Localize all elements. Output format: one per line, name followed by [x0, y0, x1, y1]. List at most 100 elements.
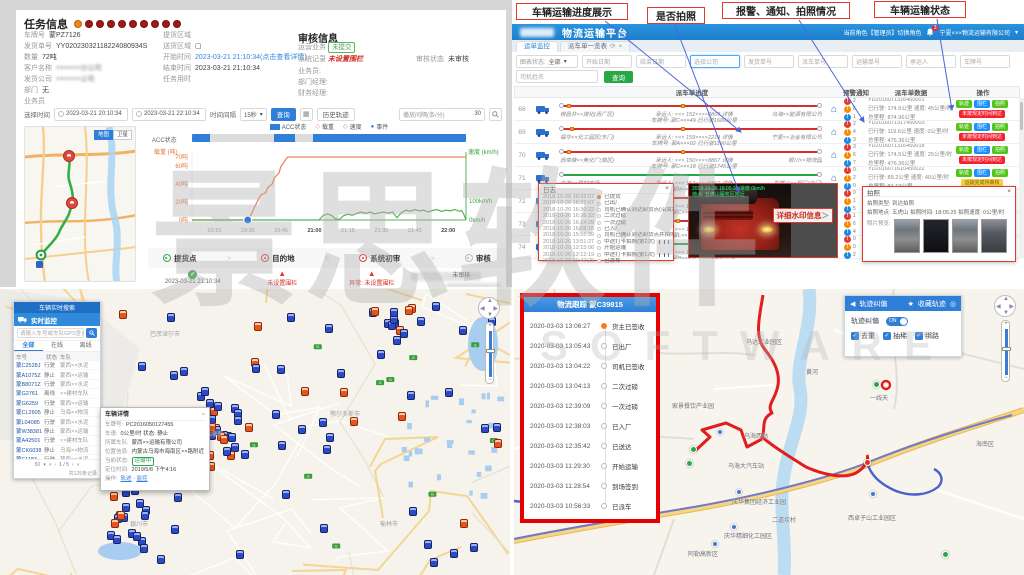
poi-marker[interactable]: [873, 381, 880, 388]
popup-link-监控[interactable]: 监控: [136, 476, 147, 482]
filter-input-结束日期[interactable]: 结束日期: [636, 55, 686, 68]
filter-input-选择公司[interactable]: 选择公司: [690, 55, 740, 68]
vehicle-marker[interactable]: [214, 402, 222, 411]
compass-icon[interactable]: ▲▼◀▶: [478, 297, 500, 319]
photo-thumbnail[interactable]: [894, 219, 920, 253]
vehicle-marker[interactable]: [170, 371, 178, 380]
vehicle-marker[interactable]: [417, 317, 425, 326]
op-button-围栏[interactable]: 围栏: [974, 123, 990, 131]
playback-rate-input[interactable]: 播放间隔(条/分)30: [399, 108, 485, 121]
vehicle-marker[interactable]: [113, 535, 121, 544]
checkbox-去重[interactable]: ✓去重: [851, 331, 875, 341]
satellite-mode-button[interactable]: 卫星: [113, 130, 132, 140]
photo-thumbnail[interactable]: [981, 219, 1007, 253]
vehicle-marker[interactable]: [459, 326, 467, 335]
vehicle-row[interactable]: 蒙G6259行驶蒙西××运输: [14, 399, 100, 408]
tab-派车单一览表[interactable]: 派车单一览表⟳×: [560, 41, 630, 52]
vehicle-marker[interactable]: [234, 416, 242, 425]
vehicle-row[interactable]: 蒙C2528J行驶蒙西××水泥: [14, 361, 100, 370]
vehicle-row[interactable]: 蒙G2761离线××建材车队: [14, 389, 100, 398]
op-button-轨迹[interactable]: 轨迹: [956, 123, 972, 131]
vehicle-marker-alarm[interactable]: [494, 439, 502, 448]
checkbox-绑路[interactable]: ✓绑路: [915, 331, 939, 341]
star-icon[interactable]: ★: [908, 300, 914, 308]
tab-离线[interactable]: 离线: [71, 341, 100, 351]
map-controls[interactable]: ▲▼◀▶ +−: [994, 295, 1016, 382]
vehicle-marker[interactable]: [337, 369, 345, 378]
vehicle-marker-alarm[interactable]: [110, 492, 118, 501]
vehicle-marker-alarm[interactable]: [350, 417, 358, 426]
popup-link-轨迹[interactable]: 轨迹: [121, 476, 132, 482]
vehicle-marker[interactable]: [400, 329, 408, 338]
op-button-围栏[interactable]: 围栏: [974, 146, 990, 154]
vehicle-marker[interactable]: [167, 313, 175, 322]
op-button-拍照[interactable]: 拍照: [992, 146, 1008, 154]
notification-bell[interactable]: 3: [926, 28, 934, 37]
vehicle-marker-alarm[interactable]: [119, 310, 127, 319]
vehicle-marker-alarm[interactable]: [301, 387, 309, 396]
vehicle-marker[interactable]: [409, 507, 417, 516]
filter-input-发货单号[interactable]: 发货单号: [744, 55, 794, 68]
status-filter-select[interactable]: 图表状态: 全部 ▾: [516, 55, 578, 68]
vehicle-marker-alarm[interactable]: [340, 388, 348, 397]
op-button-围栏[interactable]: 围栏: [974, 100, 990, 108]
vehicle-marker-alarm[interactable]: [405, 306, 413, 315]
zoom-slider[interactable]: +−: [485, 322, 494, 384]
vehicle-marker[interactable]: [323, 445, 331, 454]
vehicle-marker[interactable]: [430, 558, 438, 567]
chevron-down-icon[interactable]: ▾: [1015, 29, 1018, 36]
tab-在线[interactable]: 在线: [43, 341, 72, 351]
status-button[interactable]: 未按规定时间到达: [959, 133, 1005, 141]
vehicle-marker[interactable]: [287, 313, 295, 322]
vehicle-marker[interactable]: [201, 387, 209, 396]
map-controls[interactable]: ▲▼◀▶ +−: [478, 297, 500, 384]
vehicle-marker[interactable]: [272, 410, 280, 419]
vehicle-marker[interactable]: [236, 550, 244, 559]
vehicle-marker[interactable]: [432, 302, 440, 311]
vehicle-row[interactable]: 蒙CK6038静止乌海××物流: [14, 446, 100, 455]
vehicle-marker-alarm[interactable]: [398, 412, 406, 421]
op-button-轨迹[interactable]: 轨迹: [956, 169, 972, 177]
vehicle-marker[interactable]: [450, 549, 458, 558]
poi-marker[interactable]: [870, 491, 876, 497]
filter-input-承运人[interactable]: 承运人: [906, 55, 956, 68]
time-to-input[interactable]: 2023-03-21 22:10:34: [132, 108, 206, 121]
op-button-轨迹[interactable]: 轨迹: [956, 146, 972, 154]
search-icon-button[interactable]: [489, 108, 502, 121]
vehicle-row[interactable]: 蒙L04085行驶蒙西××水泥: [14, 417, 100, 426]
vehicle-row[interactable]: 蒙A1075Z静止蒙西××运输: [14, 370, 100, 379]
driver-name-input[interactable]: 司机姓名: [516, 70, 598, 83]
time-from-input[interactable]: 2023-03-21 20:10:34: [54, 108, 128, 121]
table-scrollbar[interactable]: [1019, 98, 1024, 258]
poi-marker[interactable]: [942, 551, 949, 558]
pagination[interactable]: 50▾ «‹ 1 / 5 ›»: [14, 459, 100, 469]
route-start-marker[interactable]: [686, 460, 693, 467]
vehicle-search-input[interactable]: 请输入车号或车队GPS查询: [17, 328, 84, 338]
vehicle-marker[interactable]: [171, 525, 179, 534]
history-track-button[interactable]: 历史轨迹: [317, 108, 355, 121]
vehicle-marker[interactable]: [228, 433, 236, 442]
photo-thumbnail[interactable]: [952, 219, 978, 253]
vehicle-marker[interactable]: [319, 418, 327, 427]
op-button-拍照[interactable]: 拍照: [992, 100, 1008, 108]
vehicle-marker[interactable]: [326, 433, 334, 442]
route-end-marker[interactable]: [864, 459, 871, 466]
vehicle-marker[interactable]: [174, 493, 182, 502]
task-route-minimap[interactable]: 地图 卫星: [24, 126, 136, 282]
tab-运单监控[interactable]: 运单监控: [516, 41, 558, 52]
op-button-拍照[interactable]: 拍照: [992, 123, 1008, 131]
close-icon[interactable]: ×: [665, 185, 669, 192]
route-start-marker[interactable]: [690, 446, 697, 453]
vehicle-marker-alarm[interactable]: [245, 423, 253, 432]
export-icon-button[interactable]: ▦: [300, 108, 313, 121]
platform-query-button[interactable]: 查询: [604, 71, 633, 83]
back-icon[interactable]: ◀: [850, 300, 855, 308]
load-speed-chart[interactable]: 载重 (吨)速度 (km/h)70吨60吨40吨20吨0吨100km/h0km/…: [148, 144, 508, 244]
table-row[interactable]: 69福华××化工园区(东门)承运人: ××× 159××××2214 详情车牌号…: [514, 121, 1020, 144]
status-button[interactable]: 未按规定时间到达: [959, 110, 1005, 118]
status-button[interactable]: 未按规定时间到达: [959, 156, 1005, 164]
filter-input-开始日期[interactable]: 开始日期: [582, 55, 632, 68]
vehicle-marker[interactable]: [278, 441, 286, 450]
table-row[interactable]: 70西来峰××焦化厂(南区)承运人: ××× 150××××8867 详情车牌号…: [514, 144, 1020, 167]
vehicle-marker[interactable]: [407, 391, 415, 400]
